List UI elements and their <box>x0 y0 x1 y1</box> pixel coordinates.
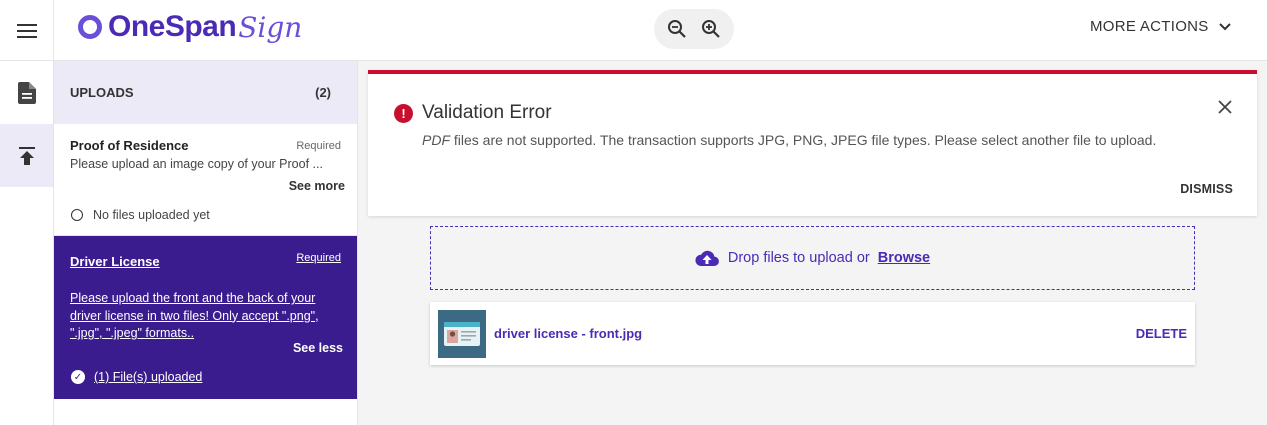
required-label: Required <box>296 140 341 152</box>
file-name[interactable]: driver license - front.jpg <box>494 326 642 341</box>
zoom-in-icon <box>702 20 720 38</box>
browse-link[interactable]: Browse <box>878 250 930 266</box>
logo: OneSpan Sign <box>78 6 302 48</box>
validation-error-alert: ! Validation Error PDF files are not sup… <box>368 70 1257 216</box>
see-more-link[interactable]: See more <box>289 179 345 193</box>
uploads-panel: UPLOADS (2) Proof of Residence Required … <box>54 61 358 425</box>
chevron-down-icon <box>1218 22 1231 30</box>
error-message-text: files are not supported. The transaction… <box>450 132 1157 148</box>
rail-documents[interactable] <box>0 61 53 124</box>
more-actions-button[interactable]: MORE ACTIONS <box>1090 18 1231 35</box>
logo-text: OneSpan <box>108 10 237 43</box>
error-title: Validation Error <box>422 102 552 123</box>
logo-script: Sign <box>238 10 303 44</box>
uploads-header: UPLOADS (2) <box>54 61 357 124</box>
delete-button[interactable]: DELETE <box>1136 326 1187 341</box>
uploaded-files-text: (1) File(s) uploaded <box>94 370 203 384</box>
uploaded-file-row: driver license - front.jpg DELETE <box>430 302 1195 365</box>
more-actions-label: MORE ACTIONS <box>1090 18 1209 35</box>
close-icon <box>1218 100 1232 114</box>
zoom-out-button[interactable] <box>663 15 691 43</box>
required-label: Required <box>296 252 341 264</box>
uploaded-files-link[interactable]: ✓ (1) File(s) uploaded <box>71 370 202 384</box>
file-dropzone[interactable]: Drop files to upload or Browse <box>430 226 1195 290</box>
menu-button[interactable] <box>0 0 54 61</box>
empty-circle-icon <box>71 209 83 221</box>
error-message-filetype: PDF <box>422 132 450 148</box>
uploads-count: (2) <box>315 85 331 100</box>
upload-item-description: Please upload the front and the back of … <box>70 291 319 340</box>
upload-item-proof-of-residence[interactable]: Proof of Residence Required Please uploa… <box>54 124 357 236</box>
uploads-heading: UPLOADS <box>70 85 134 100</box>
see-less-link[interactable]: See less <box>293 341 343 355</box>
zoom-in-button[interactable] <box>697 15 725 43</box>
upload-item-description: Please upload an image copy of your Proo… <box>70 157 323 171</box>
logo-mark <box>78 15 102 39</box>
upload-item-driver-license[interactable]: Driver License Required Please upload th… <box>54 236 357 399</box>
error-icon: ! <box>394 104 413 123</box>
top-bar: OneSpan Sign MORE ACTIONS <box>0 0 1267 61</box>
check-circle-icon: ✓ <box>71 370 85 384</box>
close-button[interactable] <box>1218 100 1232 119</box>
rail-uploads[interactable] <box>0 124 53 187</box>
side-rail <box>0 61 54 425</box>
upload-icon <box>18 146 35 165</box>
dropzone-text: Drop files to upload or <box>727 250 870 266</box>
upload-status: No files uploaded yet <box>71 208 210 222</box>
dismiss-button[interactable]: DISMISS <box>1180 182 1233 196</box>
file-thumbnail <box>438 310 486 358</box>
menu-icon <box>16 23 37 38</box>
document-icon <box>17 81 36 104</box>
zoom-controls <box>654 9 734 49</box>
error-message: PDF files are not supported. The transac… <box>422 131 1202 150</box>
cloud-upload-icon <box>695 250 719 267</box>
zoom-out-icon <box>668 20 686 38</box>
upload-status-text: No files uploaded yet <box>93 208 210 222</box>
